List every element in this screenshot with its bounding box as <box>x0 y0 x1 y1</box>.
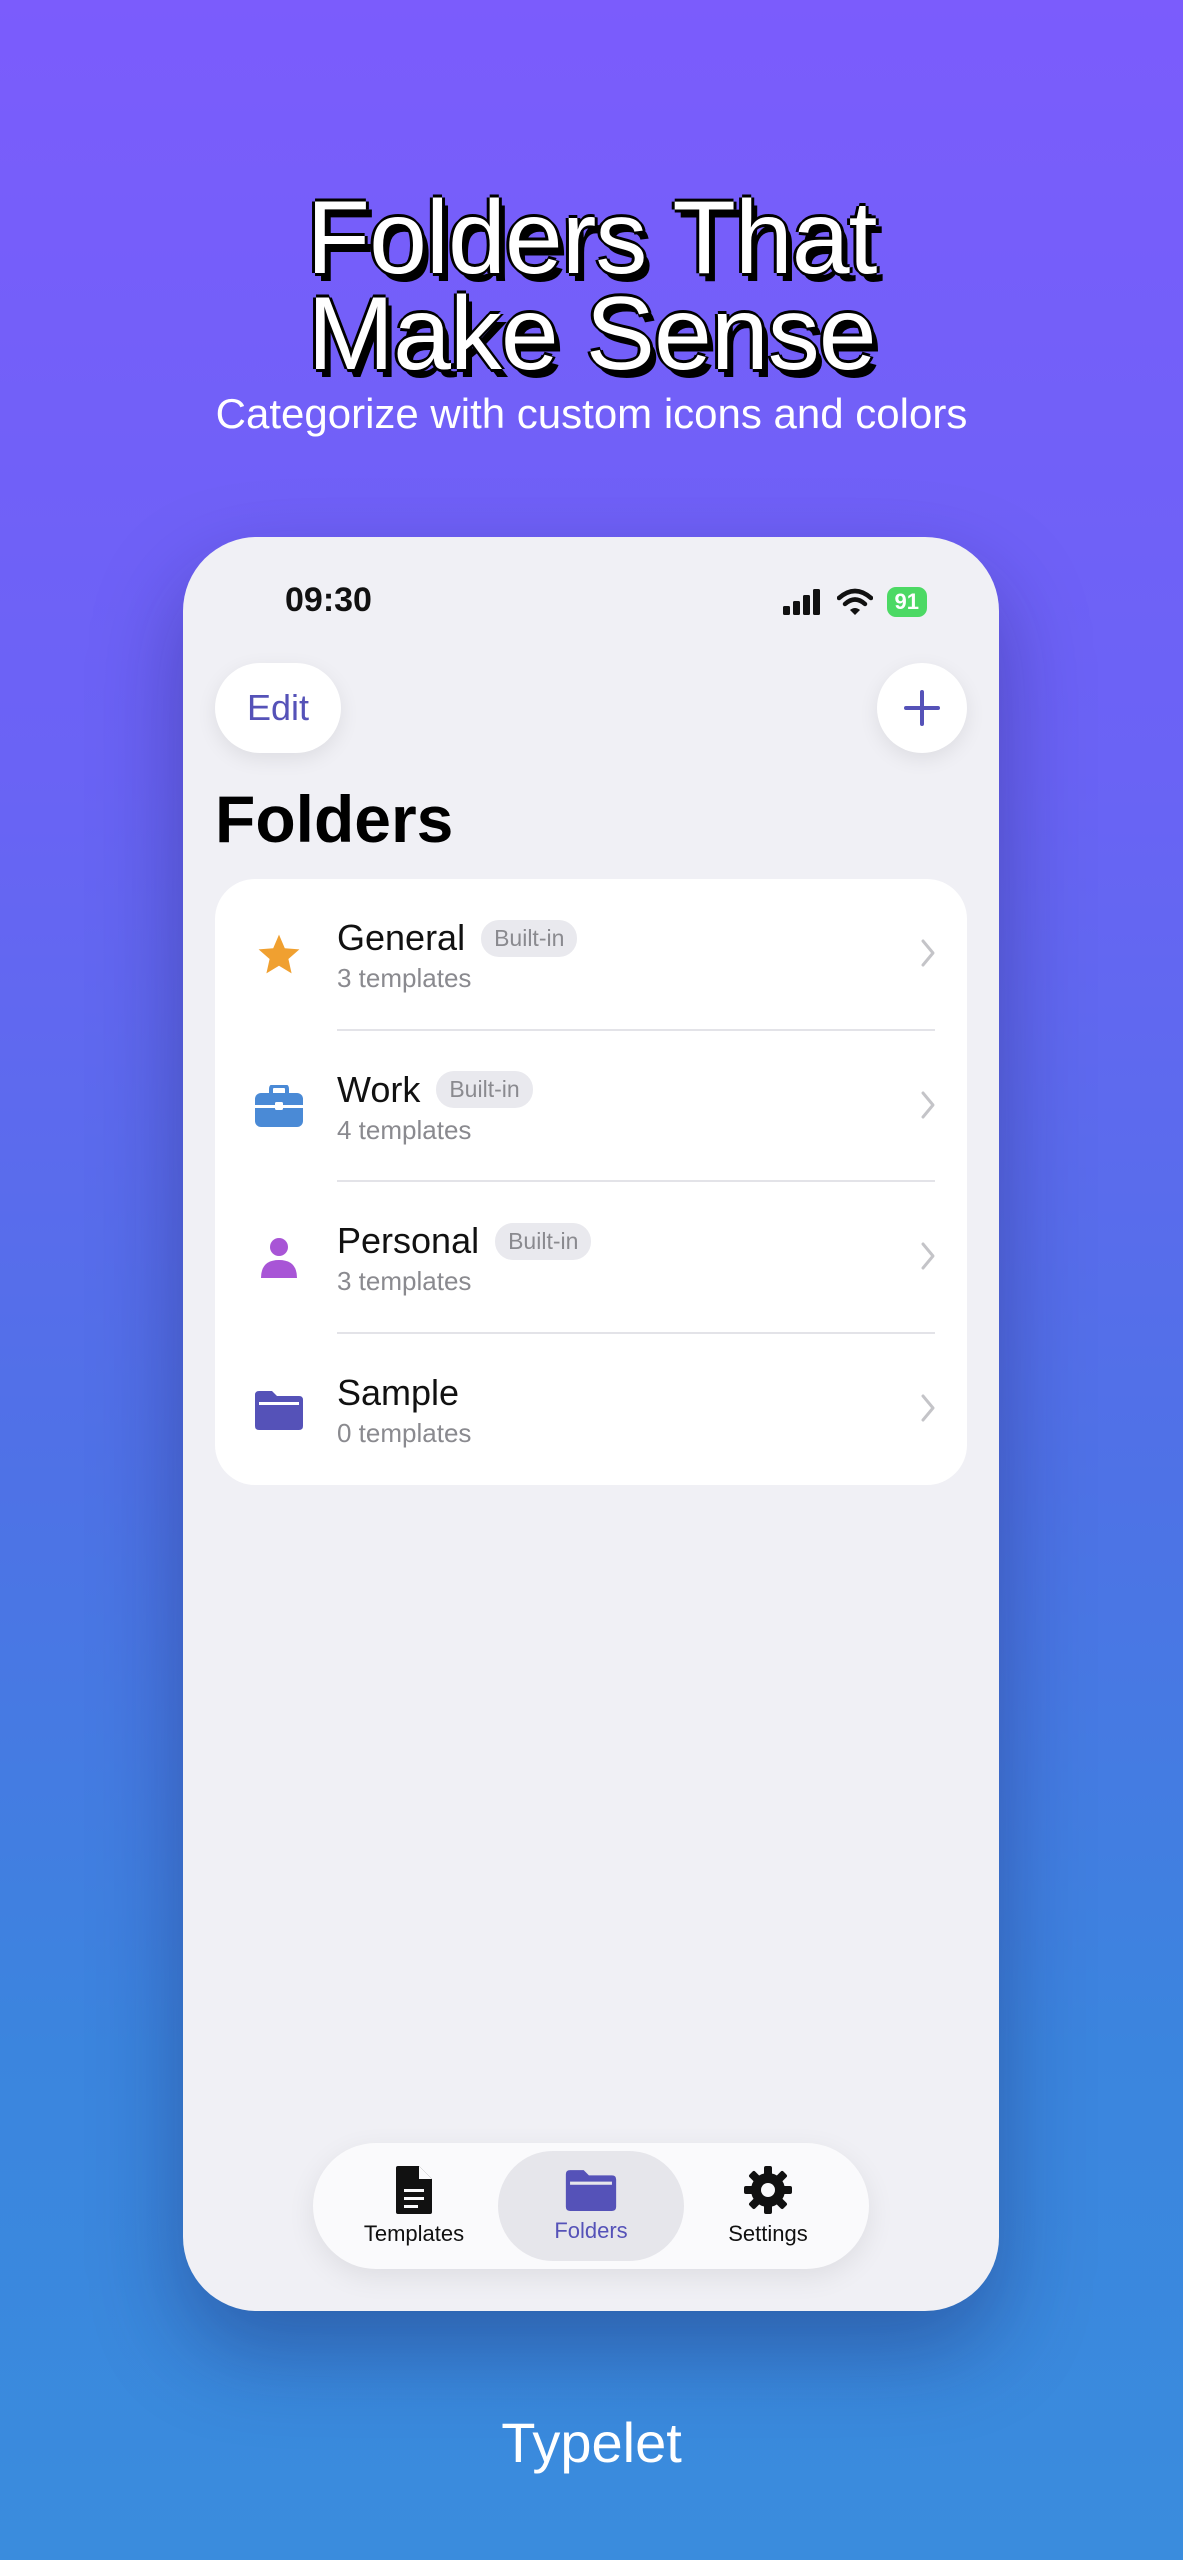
folder-count: 0 templates <box>337 1417 472 1448</box>
edit-button[interactable]: Edit <box>215 663 341 753</box>
tab-label: Settings <box>728 2221 808 2246</box>
folder-count: 4 templates <box>337 1114 472 1145</box>
gear-icon <box>744 2166 792 2214</box>
briefcase-icon <box>253 1081 305 1133</box>
tab-label: Templates <box>363 2221 465 2246</box>
built-in-badge: Built-in <box>495 1222 592 1260</box>
built-in-badge: Built-in <box>481 919 578 957</box>
folder-count: 3 templates <box>337 1266 472 1296</box>
headline-line-1: Folders That <box>306 180 878 296</box>
folder-name: Work <box>337 1068 421 1110</box>
folder-row-general[interactable]: General Built-in 3 templates <box>215 879 967 1031</box>
status-icons: 91 <box>782 587 927 617</box>
folder-row-work[interactable]: Work Built-in 4 templates <box>215 1031 967 1182</box>
star-icon <box>253 929 305 981</box>
tab-bar: Templates Folders Settings <box>313 2143 869 2269</box>
status-time: 09:30 <box>285 581 372 619</box>
plus-icon <box>904 690 940 726</box>
promo-headline: Folders That Make Sense <box>0 180 1183 392</box>
folder-name: General <box>337 917 466 958</box>
tab-label: Folders <box>554 2218 628 2243</box>
folder-row-sample[interactable]: Sample 0 templates <box>215 1334 967 1486</box>
folder-name: Personal <box>337 1220 480 1261</box>
page-title: Folders <box>215 782 454 856</box>
folder-row-personal[interactable]: Personal Built-in 3 templates <box>215 1182 967 1334</box>
headline-line-2: Make Sense <box>307 276 876 392</box>
document-icon <box>396 2166 432 2214</box>
folder-count: 3 templates <box>337 963 472 993</box>
battery-indicator: 91 <box>886 587 927 617</box>
chevron-right-icon <box>921 1091 935 1118</box>
person-icon <box>253 1232 305 1284</box>
tab-folders[interactable]: Folders <box>498 2151 684 2261</box>
folder-list: General Built-in 3 templates Work Built-… <box>215 879 967 1485</box>
folder-icon <box>253 1384 305 1436</box>
chevron-right-icon <box>921 1394 935 1421</box>
phone-screen: 09:30 91 Edit Folders General Built-in 3… <box>183 537 999 2311</box>
brand-name: Typelet <box>501 2411 682 2474</box>
signal-icon <box>782 589 820 615</box>
folder-name: Sample <box>337 1371 460 1413</box>
chevron-right-icon <box>921 939 935 967</box>
built-in-badge: Built-in <box>436 1071 533 1108</box>
tab-settings[interactable]: Settings <box>675 2151 861 2261</box>
folder-icon <box>565 2170 617 2211</box>
chevron-right-icon <box>921 1242 935 1270</box>
add-folder-button[interactable] <box>877 663 967 753</box>
wifi-icon <box>836 588 873 615</box>
promo-subheadline: Categorize with custom icons and colors <box>215 390 968 437</box>
tab-templates[interactable]: Templates <box>321 2151 507 2261</box>
